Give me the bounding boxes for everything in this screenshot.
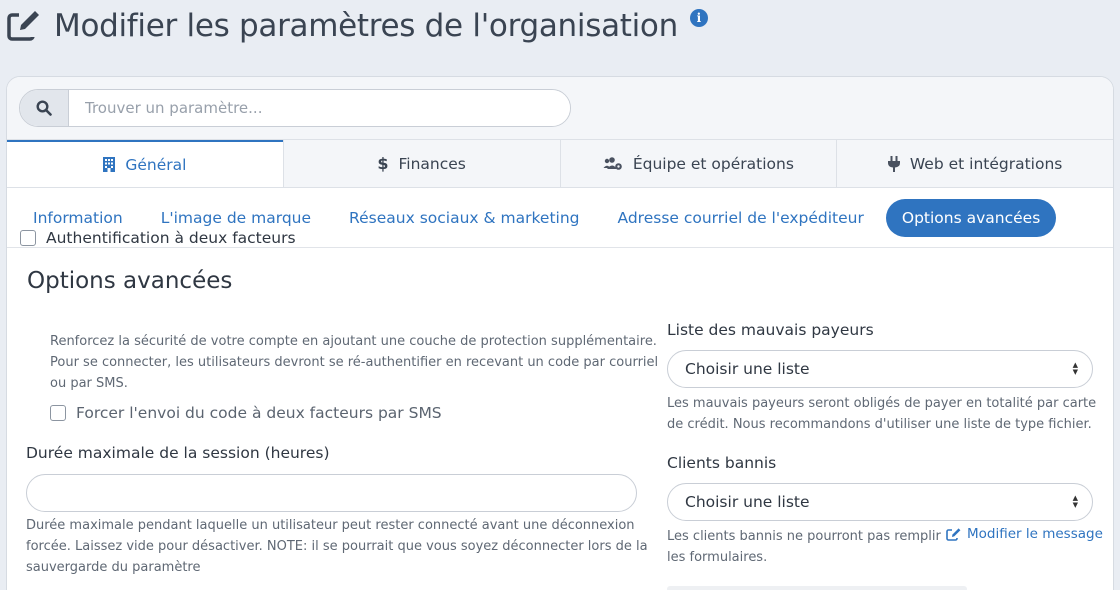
page-title: Modifier les paramètres de l'organisatio… xyxy=(54,8,678,44)
bad-payers-select[interactable]: Choisir une liste ▲ ▼ xyxy=(667,350,1093,388)
select-arrows-icon: ▲ ▼ xyxy=(1072,494,1078,509)
tab-general[interactable]: Général xyxy=(7,140,283,187)
building-icon xyxy=(103,157,116,172)
session-help-line: sauvergarde du paramètre xyxy=(26,560,201,575)
tab-general-label: Général xyxy=(125,155,187,174)
page-header: Modifier les paramètres de l'organisatio… xyxy=(6,4,708,48)
tab-finances[interactable]: $ Finances xyxy=(282,140,560,187)
settings-card: Général $ Finances Équipe et opérations xyxy=(6,76,1114,590)
two-factor-help-line: ou par SMS. xyxy=(50,376,128,391)
search-icon[interactable] xyxy=(20,90,69,126)
dollar-icon: $ xyxy=(377,154,389,173)
bad-payers-help-line: Les mauvais payeurs seront obligés de pa… xyxy=(667,396,1097,411)
tab-finances-label: Finances xyxy=(398,154,466,173)
two-factor-checkbox[interactable] xyxy=(20,230,36,246)
banned-clients-selected: Choisir une liste xyxy=(685,493,810,511)
search-group xyxy=(19,89,571,127)
subtab-social-marketing[interactable]: Réseaux sociaux & marketing xyxy=(333,199,595,237)
tab-web-integrations[interactable]: Web et intégrations xyxy=(836,140,1113,187)
tab-team-operations[interactable]: Équipe et opérations xyxy=(559,140,837,187)
session-help: Durée maximale pendant laquelle un utili… xyxy=(26,515,648,578)
tab-team-operations-label: Équipe et opérations xyxy=(632,154,794,173)
subtab-advanced-options[interactable]: Options avancées xyxy=(885,198,1057,237)
edit-message-link[interactable]: Modifier le message xyxy=(946,526,1103,542)
next-field-cutoff xyxy=(667,586,967,590)
two-factor-help-line: Renforcez la sécurité de votre compte en… xyxy=(50,334,657,349)
banned-clients-help-line: les formulaires. xyxy=(667,550,768,565)
force-sms-row: Forcer l'envoi du code à deux facteurs p… xyxy=(50,404,442,422)
bad-payers-label: Liste des mauvais payeurs xyxy=(667,321,874,339)
plug-icon xyxy=(887,155,900,172)
search-input[interactable] xyxy=(69,90,570,126)
bad-payers-help: Les mauvais payeurs seront obligés de pa… xyxy=(667,393,1096,435)
select-arrows-icon: ▲ ▼ xyxy=(1072,361,1078,376)
info-icon[interactable]: i xyxy=(689,9,708,27)
force-sms-checkbox[interactable] xyxy=(50,405,66,421)
two-factor-label: Authentification à deux facteurs xyxy=(46,229,296,247)
two-factor-help-line: Pour se connecter, les utilisateurs devr… xyxy=(50,355,659,370)
two-factor-help: Renforcez la sécurité de votre compte en… xyxy=(50,331,658,394)
session-help-line: forcée. Laissez vide pour désactiver. NO… xyxy=(26,539,648,554)
banned-clients-help-line: Les clients bannis ne pourront pas rempl… xyxy=(667,529,941,544)
subtab-sender-email[interactable]: Adresse courriel de l'expéditeur xyxy=(602,199,880,237)
search-area xyxy=(7,77,1113,140)
session-label: Durée maximale de la session (heures) xyxy=(26,444,330,462)
session-help-line: Durée maximale pendant laquelle un utili… xyxy=(26,518,635,533)
users-cog-icon xyxy=(603,156,623,171)
session-duration-input[interactable] xyxy=(26,474,637,512)
advanced-options-panel: Options avancées Authentification à deux… xyxy=(7,229,1113,590)
banned-clients-label: Clients bannis xyxy=(667,454,777,472)
section-title: Options avancées xyxy=(27,268,233,294)
banned-clients-select[interactable]: Choisir une liste ▲ ▼ xyxy=(667,483,1093,521)
tab-web-integrations-label: Web et intégrations xyxy=(909,154,1063,173)
main-tabs: Général $ Finances Équipe et opérations xyxy=(7,140,1113,188)
bad-payers-selected: Choisir une liste xyxy=(685,360,810,378)
two-factor-row: Authentification à deux facteurs xyxy=(20,229,296,247)
banned-clients-help: Les clients bannis ne pourront pas rempl… xyxy=(667,526,941,568)
force-sms-label: Forcer l'envoi du code à deux facteurs p… xyxy=(76,404,442,422)
edit-icon xyxy=(946,527,961,542)
edit-icon xyxy=(6,8,42,44)
edit-message-label: Modifier le message xyxy=(967,526,1103,542)
bad-payers-help-line: de crédit. Nous recommandons d'utiliser … xyxy=(667,417,1092,432)
